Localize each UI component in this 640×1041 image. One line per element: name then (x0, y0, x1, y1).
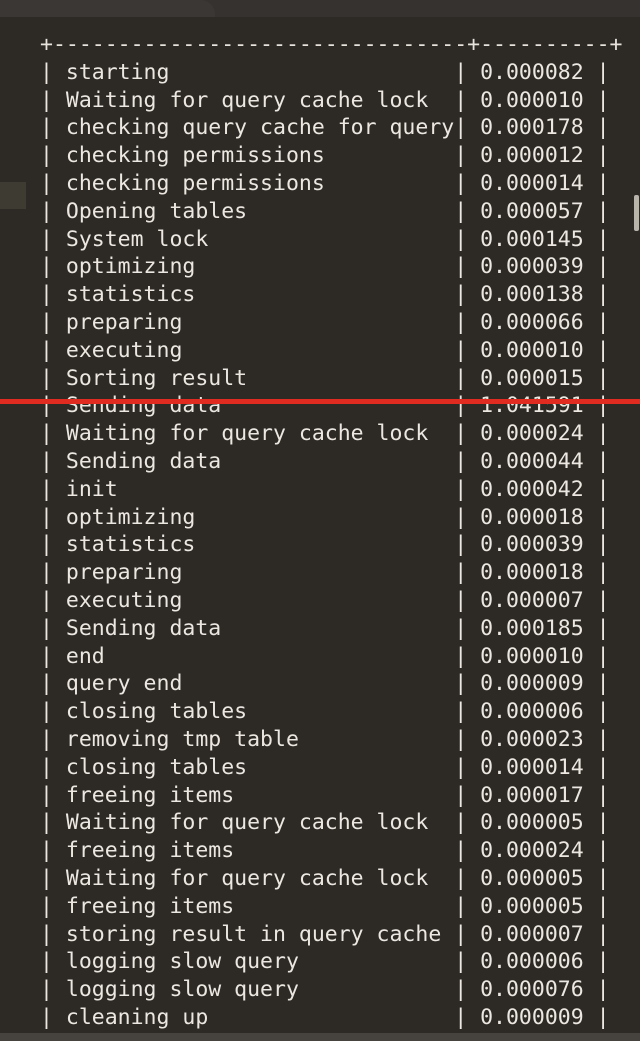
table-row: | Sorting result | 0.000015 | (40, 365, 610, 391)
window-chrome-bar (0, 0, 640, 17)
window-tab[interactable] (0, 0, 215, 17)
vertical-scrollbar[interactable] (632, 17, 640, 1033)
table-row: | Opening tables | 0.000057 | (40, 198, 610, 224)
table-row: | closing tables | 0.000014 | (40, 754, 610, 780)
table-row: | optimizing | 0.000039 | (40, 254, 610, 280)
scrollbar-thumb[interactable] (634, 195, 639, 231)
table-row: | checking permissions | 0.000014 | (40, 171, 610, 196)
table-row: | Sending data | 1.041591 | (40, 393, 610, 419)
table-row: | storing result in query cache | 0.0000… (40, 921, 610, 947)
table-row: | logging slow query | 0.000076 | (40, 977, 610, 1003)
table-row: | statistics | 0.000138 | (40, 282, 610, 308)
table-row: | statistics | 0.000039 | (40, 532, 610, 558)
table-border-top: +--------------------------------+------… (40, 32, 623, 57)
left-edge-selection-block (0, 182, 26, 209)
table-row: | preparing | 0.000066 | (40, 310, 610, 335)
table-row: | starting | 0.000082 | (40, 59, 610, 85)
table-row: | Waiting for query cache lock | 0.00000… (40, 810, 610, 836)
table-row: | Sending data | 0.000185 | (40, 615, 610, 641)
table-row: | Waiting for query cache lock | 0.00001… (40, 87, 610, 113)
table-row: | logging slow query | 0.000006 | (40, 949, 610, 975)
table-row: | closing tables | 0.000006 | (40, 699, 610, 725)
table-row: | freeing items | 0.000017 | (40, 782, 610, 808)
table-row: | preparing | 0.000018 | (40, 560, 610, 586)
bottom-edge-strip (0, 1033, 640, 1041)
table-row: | cleaning up | 0.000009 | (40, 1005, 610, 1030)
terminal-screenshot: +--------------------------------+------… (0, 0, 640, 1041)
table-row: | optimizing | 0.000018 | (40, 504, 610, 530)
table-row: | Sending data | 0.000044 | (40, 449, 610, 474)
red-annotation-line (0, 399, 640, 404)
table-row: | executing | 0.000007 | (40, 588, 610, 613)
table-row: | checking query cache for query| 0.0001… (40, 115, 610, 141)
table-row: | Waiting for query cache lock | 0.00000… (40, 866, 610, 891)
table-row: | removing tmp table | 0.000023 | (40, 727, 610, 752)
terminal-output-area[interactable]: +--------------------------------+------… (0, 17, 640, 1041)
table-row: | freeing items | 0.000024 | (40, 838, 610, 864)
table-row: | System lock | 0.000145 | (40, 226, 610, 252)
table-row: | query end | 0.000009 | (40, 671, 610, 697)
table-row: | init | 0.000042 | (40, 476, 610, 502)
table-row: | freeing items | 0.000005 | (40, 893, 610, 919)
table-row: | executing | 0.000010 | (40, 337, 610, 363)
table-row: | end | 0.000010 | (40, 643, 610, 669)
table-row: | checking permissions | 0.000012 | (40, 143, 610, 169)
table-row: | Waiting for query cache lock | 0.00002… (40, 421, 610, 447)
